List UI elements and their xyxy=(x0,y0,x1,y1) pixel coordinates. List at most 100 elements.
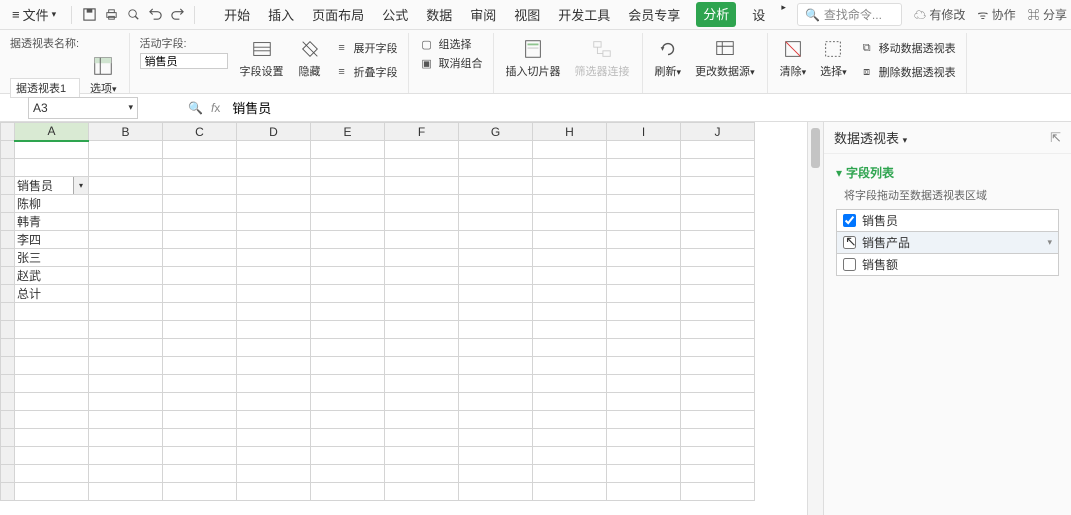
cell[interactable] xyxy=(385,429,459,447)
cell[interactable] xyxy=(237,321,311,339)
save-icon[interactable] xyxy=(79,5,99,25)
cell[interactable] xyxy=(89,231,163,249)
cell[interactable]: 销售员▾ xyxy=(15,177,89,195)
field-item[interactable]: 销售额 xyxy=(836,254,1059,276)
cell[interactable] xyxy=(237,411,311,429)
cell[interactable] xyxy=(607,213,681,231)
cell[interactable] xyxy=(459,375,533,393)
cell[interactable] xyxy=(533,267,607,285)
cell[interactable] xyxy=(89,213,163,231)
col-head-G[interactable]: G xyxy=(459,123,533,141)
tab-member[interactable]: 会员专享 xyxy=(626,2,682,27)
cell[interactable] xyxy=(89,177,163,195)
select-button[interactable]: 选择▾ xyxy=(818,35,849,81)
ungroup-button[interactable]: ▣取消组合 xyxy=(419,54,483,72)
cell[interactable] xyxy=(311,375,385,393)
cell[interactable] xyxy=(533,339,607,357)
cell[interactable] xyxy=(533,195,607,213)
cell[interactable] xyxy=(163,411,237,429)
cell[interactable] xyxy=(681,195,755,213)
cell[interactable] xyxy=(237,375,311,393)
cell[interactable] xyxy=(311,231,385,249)
cell[interactable] xyxy=(681,177,755,195)
cell[interactable] xyxy=(163,447,237,465)
delete-pivot-button[interactable]: ⧈删除数据透视表 xyxy=(859,63,956,81)
collapse-field-button[interactable]: ≡折叠字段 xyxy=(334,63,398,81)
filter-dropdown-icon[interactable]: ▾ xyxy=(73,177,88,194)
cell[interactable] xyxy=(533,411,607,429)
name-box[interactable]: A3 ▾ xyxy=(28,97,138,119)
vertical-scrollbar[interactable] xyxy=(807,122,823,515)
cell[interactable] xyxy=(385,195,459,213)
cell[interactable] xyxy=(15,375,89,393)
cell[interactable] xyxy=(385,411,459,429)
tab-analyze[interactable]: 分析 xyxy=(696,2,736,27)
fx-icon[interactable]: fx xyxy=(211,101,220,115)
cell[interactable] xyxy=(607,303,681,321)
cell[interactable] xyxy=(15,465,89,483)
cell[interactable] xyxy=(681,213,755,231)
cell[interactable] xyxy=(163,303,237,321)
cell[interactable] xyxy=(459,447,533,465)
row-head[interactable] xyxy=(1,447,15,465)
cell[interactable] xyxy=(311,285,385,303)
cell[interactable] xyxy=(385,249,459,267)
cell[interactable] xyxy=(163,159,237,177)
cell[interactable] xyxy=(311,447,385,465)
row-head[interactable] xyxy=(1,411,15,429)
cell[interactable] xyxy=(311,195,385,213)
col-head-B[interactable]: B xyxy=(89,123,163,141)
redo-icon[interactable] xyxy=(167,5,187,25)
cell[interactable] xyxy=(163,231,237,249)
share-button[interactable]: ⌘ 分享 xyxy=(1028,6,1067,23)
tab-dev[interactable]: 开发工具 xyxy=(556,2,612,27)
row-head[interactable] xyxy=(1,177,15,195)
field-item[interactable]: 销售员 xyxy=(836,209,1059,232)
cell[interactable] xyxy=(89,303,163,321)
group-select-button[interactable]: ▢组选择 xyxy=(419,35,483,53)
cell[interactable] xyxy=(237,465,311,483)
cell[interactable]: 张三 xyxy=(15,249,89,267)
cell[interactable] xyxy=(385,303,459,321)
cell[interactable] xyxy=(607,483,681,501)
row-head[interactable] xyxy=(1,465,15,483)
cell[interactable] xyxy=(459,303,533,321)
cell[interactable] xyxy=(311,339,385,357)
cell[interactable] xyxy=(237,393,311,411)
cell[interactable] xyxy=(533,393,607,411)
cell[interactable] xyxy=(311,177,385,195)
cell[interactable] xyxy=(459,357,533,375)
cell[interactable] xyxy=(163,321,237,339)
cell[interactable] xyxy=(89,483,163,501)
cell[interactable] xyxy=(607,429,681,447)
cell[interactable] xyxy=(311,393,385,411)
collab-button[interactable]: ᯤ 协作 xyxy=(977,6,1015,23)
field-checkbox[interactable] xyxy=(843,258,856,271)
cell[interactable] xyxy=(237,195,311,213)
cell[interactable] xyxy=(681,285,755,303)
tab-insert[interactable]: 插入 xyxy=(266,2,296,27)
cell[interactable] xyxy=(607,321,681,339)
cell[interactable] xyxy=(163,195,237,213)
cell[interactable] xyxy=(533,447,607,465)
cell[interactable] xyxy=(681,357,755,375)
cell[interactable] xyxy=(459,321,533,339)
cell[interactable] xyxy=(385,465,459,483)
tab-page-layout[interactable]: 页面布局 xyxy=(310,2,366,27)
insert-slicer-button[interactable]: 插入切片器 xyxy=(504,35,563,81)
row-head[interactable] xyxy=(1,267,15,285)
cell[interactable] xyxy=(237,429,311,447)
cell[interactable] xyxy=(533,321,607,339)
cell[interactable] xyxy=(385,213,459,231)
cell[interactable] xyxy=(385,141,459,159)
cell[interactable] xyxy=(163,465,237,483)
col-head-I[interactable]: I xyxy=(607,123,681,141)
cell[interactable] xyxy=(681,393,755,411)
cell[interactable] xyxy=(237,159,311,177)
zoom-icon[interactable]: 🔍 xyxy=(188,101,203,115)
cell[interactable] xyxy=(385,159,459,177)
cell[interactable] xyxy=(237,141,311,159)
tab-home[interactable]: 开始 xyxy=(222,2,252,27)
cell[interactable] xyxy=(607,159,681,177)
cell[interactable] xyxy=(385,267,459,285)
